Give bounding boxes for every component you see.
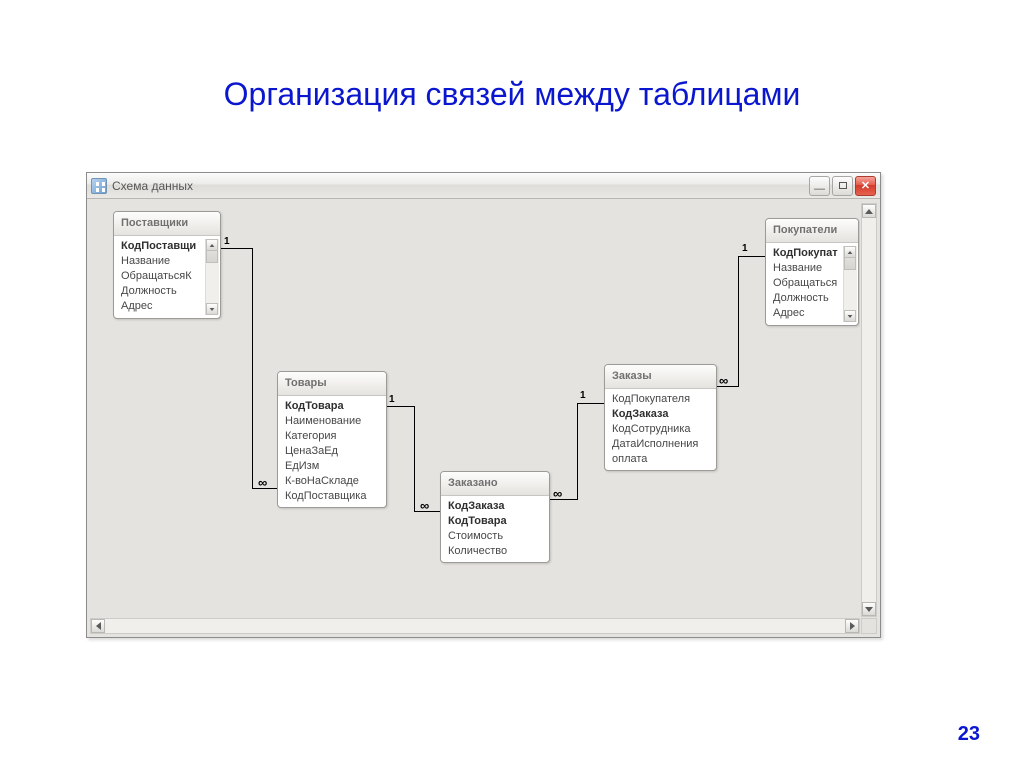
scroll-up-icon[interactable] [862,204,876,218]
field[interactable]: КодПокупателя [609,392,716,407]
cardinality-many: ∞ [719,373,728,388]
field[interactable]: КодПоставщика [282,489,386,504]
client-area: 1 ∞ 1 ∞ ∞ 1 ∞ 1 Поставщики Ко [87,199,880,637]
diagram-canvas[interactable]: 1 ∞ 1 ∞ ∞ 1 ∞ 1 Поставщики Ко [91,203,860,617]
field[interactable]: КодТовара [282,399,386,414]
field[interactable]: К-воНаСкладе [282,474,386,489]
field[interactable]: Количество [445,544,549,559]
cardinality-many: ∞ [420,498,429,513]
field[interactable]: ДатаИсполнения [609,437,716,452]
page-number: 23 [958,723,980,746]
cardinality-many: ∞ [553,486,562,501]
list-scrollbar[interactable] [205,239,219,315]
field[interactable]: ЕдИзм [282,459,386,474]
table-title: Поставщики [114,212,220,236]
table-products[interactable]: Товары КодТовара Наименование Категория … [277,371,387,508]
field[interactable]: оплата [609,452,716,467]
field[interactable]: КодЗаказа [609,407,716,422]
scroll-left-icon[interactable] [91,619,105,633]
table-title: Товары [278,372,386,396]
minimize-button[interactable]: — [809,176,830,196]
close-button[interactable]: ✕ [855,176,876,196]
app-icon [91,178,107,194]
relationships-window: Схема данных — ✕ 1 ∞ 1 ∞ ∞ [86,172,881,638]
field[interactable]: Наименование [282,414,386,429]
resize-grip[interactable] [861,618,877,634]
field[interactable]: КодСотрудника [609,422,716,437]
maximize-button[interactable] [832,176,853,196]
cardinality-one: 1 [580,390,586,401]
table-title: Покупатели [766,219,858,243]
slide-title: Организация связей между таблицами [0,76,1024,113]
table-customers[interactable]: Покупатели КодПокупат Название Обращатьс… [765,218,859,326]
table-title: Заказы [605,365,716,389]
cardinality-one: 1 [224,236,230,247]
list-scrollbar[interactable] [843,246,857,322]
field[interactable]: КодЗаказа [445,499,549,514]
field[interactable]: Стоимость [445,529,549,544]
table-orders[interactable]: Заказы КодПокупателя КодЗаказа КодСотруд… [604,364,717,471]
field[interactable]: Категория [282,429,386,444]
titlebar[interactable]: Схема данных — ✕ [87,173,880,199]
window-title: Схема данных [112,179,193,193]
horizontal-scrollbar[interactable] [90,618,860,634]
cardinality-one: 1 [389,394,395,405]
table-suppliers[interactable]: Поставщики КодПоставщи Название Обращать… [113,211,221,319]
field[interactable]: КодТовара [445,514,549,529]
table-ordered[interactable]: Заказано КодЗаказа КодТовара Стоимость К… [440,471,550,563]
vertical-scrollbar[interactable] [861,203,877,617]
field[interactable]: ЦенаЗаЕд [282,444,386,459]
cardinality-one: 1 [742,243,748,254]
cardinality-many: ∞ [258,475,267,490]
scroll-down-icon[interactable] [862,602,876,616]
scroll-right-icon[interactable] [845,619,859,633]
table-title: Заказано [441,472,549,496]
